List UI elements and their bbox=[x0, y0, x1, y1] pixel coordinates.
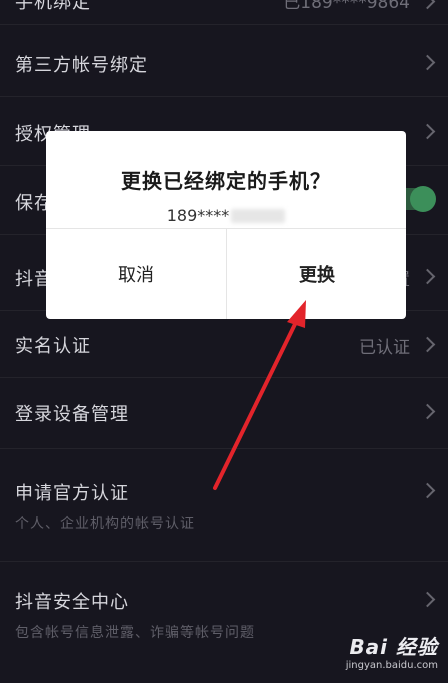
chevron-right-icon bbox=[419, 591, 436, 608]
chevron-right-icon bbox=[419, 54, 436, 71]
setting-row-official-verification[interactable]: 申请官方认证 个人、企业机构的帐号认证 bbox=[0, 449, 448, 562]
chevron-right-icon bbox=[419, 336, 436, 353]
setting-row-device-management[interactable]: 登录设备管理 bbox=[0, 378, 448, 449]
setting-subtitle: 个人、企业机构的帐号认证 bbox=[15, 516, 195, 532]
masked-phone-text: 189**** bbox=[166, 206, 230, 225]
setting-row-third-party-binding[interactable]: 第三方帐号绑定 bbox=[0, 28, 448, 97]
cancel-button[interactable]: 取消 bbox=[46, 229, 226, 319]
setting-label: 实名认证 bbox=[15, 336, 91, 357]
chevron-right-icon bbox=[419, 403, 436, 420]
setting-row-real-name[interactable]: 实名认证 已认证 bbox=[0, 311, 448, 378]
chevron-right-icon bbox=[419, 268, 436, 285]
setting-value: 已189****9864 bbox=[283, 0, 410, 13]
setting-value: 已认证 bbox=[359, 338, 410, 358]
setting-label: 申请官方认证 bbox=[15, 483, 129, 504]
watermark-url: jingyan.baidu.com bbox=[345, 660, 438, 671]
toggle-knob bbox=[410, 186, 436, 212]
setting-label: 手机绑定 bbox=[15, 0, 91, 13]
chevron-right-icon bbox=[419, 123, 436, 140]
baidu-watermark: Bai 经验 jingyan.baidu.com bbox=[346, 631, 438, 671]
setting-row-phone-binding[interactable]: 手机绑定 已189****9864 bbox=[0, 0, 448, 25]
change-button[interactable]: 更换 bbox=[227, 229, 406, 319]
dialog-phone-number: 189**** bbox=[46, 206, 406, 225]
chevron-right-icon bbox=[419, 0, 436, 10]
blurred-digits bbox=[231, 209, 286, 223]
watermark-logo: Bai 经验 bbox=[349, 635, 438, 659]
setting-label: 抖音安全中心 bbox=[15, 592, 129, 613]
change-phone-dialog: 更换已经绑定的手机？ 189**** 取消 更换 bbox=[46, 131, 406, 319]
dialog-title: 更换已经绑定的手机？ bbox=[121, 169, 331, 193]
setting-subtitle: 包含帐号信息泄露、诈骗等帐号问题 bbox=[15, 625, 255, 641]
setting-label: 登录设备管理 bbox=[15, 404, 129, 425]
setting-label: 第三方帐号绑定 bbox=[15, 55, 148, 76]
chevron-right-icon bbox=[419, 482, 436, 499]
